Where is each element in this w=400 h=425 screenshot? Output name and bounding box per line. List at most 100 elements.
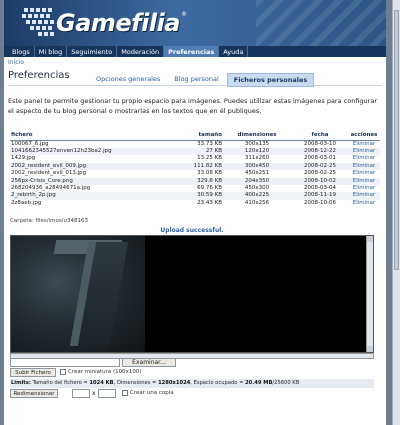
file-name[interactable]: 2002_resident_evil_009.jpg [10, 162, 170, 171]
nav-item-mi-blog[interactable]: Mi blog [35, 46, 68, 57]
preferences-tabs: Opciones generales Blog personal Fichero… [90, 73, 315, 87]
upload-row: Examinar... [10, 358, 374, 368]
delete-link[interactable]: Eliminar [353, 185, 376, 191]
limits-space-value: 20.49 MB [245, 380, 273, 386]
delete-link[interactable]: Eliminar [353, 200, 376, 206]
file-size: 69.76 KB [197, 184, 222, 191]
tab-opciones-generales[interactable]: Opciones generales [90, 73, 166, 87]
preview-image [11, 236, 145, 352]
browse-button[interactable]: Examinar... [122, 358, 176, 367]
file-name[interactable]: 256px-Crisis_Core.png [10, 177, 170, 185]
file-date: 2008-03-01 [304, 155, 336, 162]
table-row[interactable]: 268204936_a28494671a.jpg 69.76 KB 450x300 2… [10, 185, 380, 192]
delete-link[interactable]: Eliminar [353, 192, 376, 198]
table-row[interactable]: 100067_6.jpg 33.73 KB 300x135 2008-03-10 Eli… [10, 140, 380, 148]
limits-size-value: 1024 KB [89, 380, 114, 386]
col-header-tamano: tamaño [170, 131, 222, 141]
file-name[interactable]: 2z8aeb.jpg [10, 200, 170, 207]
file-dimensions: 450x300 [244, 184, 270, 191]
table-row[interactable]: 2002_resident_evil_013.jpg 33.08 KB 450x25… [10, 170, 380, 177]
table-row[interactable]: 2002_resident_evil_009.jpg 111.82 KB 300x4… [10, 162, 380, 171]
thumbnail-checkbox-label: Crear miniatura (100x100) [68, 369, 142, 375]
nav-item-ayuda[interactable]: Ayuda [219, 46, 249, 57]
resize-height-input[interactable] [98, 389, 116, 398]
file-date: 2008-10-02 [292, 177, 348, 185]
site-logo[interactable]: Gamefilia [56, 9, 181, 37]
breadcrumb[interactable]: Inicio [4, 57, 386, 68]
preview-scrollbar[interactable] [366, 236, 373, 352]
file-name[interactable]: 2002_resident_evil_013.jpg [10, 170, 170, 177]
delete-link[interactable]: Eliminar [353, 163, 376, 169]
file-path-input[interactable] [10, 358, 120, 367]
nav-item-blogs[interactable]: Blogs [8, 46, 35, 57]
image-preview [10, 235, 374, 353]
window-scrollbar[interactable] [392, 0, 400, 425]
file-name[interactable]: 1429.jpg [10, 155, 170, 162]
upload-limits: Limits: Tamaño del fichero = 1024 KB, Di… [10, 379, 374, 388]
nav-item-preferencias[interactable]: Preferencias [164, 46, 220, 57]
col-header-acciones: acciones [348, 131, 380, 141]
scroll-up-icon[interactable] [367, 236, 373, 242]
resize-row: Redimensionar x Crear una copia [10, 389, 374, 399]
table-row[interactable]: 2z8aeb.jpg 23.43 KB 410x256 2008-10-06 Elimi… [10, 200, 380, 207]
delete-link[interactable]: Eliminar [353, 148, 376, 154]
table-row[interactable]: 1041662345527enven12h23ba2.jpg 27 KB 120x1… [10, 147, 380, 156]
submit-row: Subir Fichero Crear miniatura (100x100) [10, 368, 374, 378]
table-row[interactable]: 256px-Crisis_Core.png 329.6 KB 204x350 2008… [10, 177, 380, 185]
nav-item-seguimiento[interactable]: Seguimiento [67, 46, 118, 57]
resize-button[interactable]: Redimensionar [10, 389, 58, 398]
main-nav: Blogs Mi blog Seguimiento Moderación Pre… [4, 46, 386, 57]
file-dimensions: 410x256 [244, 199, 270, 206]
limits-dims-text: , Dimensiones = [113, 380, 159, 386]
file-dimensions: 450x251 [244, 170, 270, 177]
file-size: 111.82 KB [170, 162, 222, 171]
col-header-dimensiones: dimensiones [222, 131, 292, 141]
window-scrollbar-thumb[interactable] [394, 10, 399, 270]
file-date: 2008-11-19 [292, 192, 348, 200]
logo-pixel-icon [22, 8, 56, 38]
logo-registered-mark: ® [181, 11, 187, 18]
header-decoration [256, 0, 386, 46]
delete-link[interactable]: Eliminar [353, 155, 376, 161]
file-date: 2008-02-25 [304, 170, 336, 177]
file-dimensions: 300x450 [222, 162, 292, 171]
file-dimensions: 204x350 [222, 177, 292, 185]
delete-link[interactable]: Eliminar [353, 170, 376, 176]
col-header-fichero: fichero [10, 131, 170, 141]
file-dimensions: 400x225 [222, 192, 292, 200]
tab-ficheros-personales[interactable]: Ficheros personales [226, 73, 315, 87]
file-name[interactable]: 2_rebirth_2p.jpg [10, 192, 170, 200]
file-dimensions: 311x260 [244, 155, 270, 162]
limits-size-text: Tamaño del fichero = [32, 380, 90, 386]
limits-label: Limits: [11, 380, 31, 386]
limits-space-total: /25600 KB [272, 380, 300, 386]
folder-path: Carpeta: files/imos/u348163 [10, 218, 89, 224]
delete-link[interactable]: Eliminar [353, 141, 376, 147]
site-header: Gamefilia ® [4, 0, 386, 46]
delete-link[interactable]: Eliminar [353, 178, 376, 184]
tab-blog-personal[interactable]: Blog personal [168, 73, 225, 87]
intro-text: Este panel te permite gestionar tu propi… [8, 97, 377, 115]
copy-checkbox-label: Crear una copia [130, 390, 174, 396]
table-header-row: fichero tamaño dimensiones fecha accione… [10, 131, 380, 141]
table-row[interactable]: 1429.jpg 13.25 KB 311x260 2008-03-01 Elimina… [10, 155, 380, 162]
scroll-down-icon[interactable] [367, 346, 373, 352]
nav-item-moderacion[interactable]: Moderación [117, 46, 165, 57]
resize-x-separator: x [92, 390, 96, 397]
file-name[interactable]: 100067_6.jpg [10, 140, 170, 148]
thumbnail-checkbox[interactable] [60, 369, 66, 375]
file-size: 33.08 KB [197, 170, 222, 177]
limits-dims-value: 1280x1024 [158, 380, 191, 386]
file-date: 2008-12-22 [292, 147, 348, 156]
file-size: 23.43 KB [197, 199, 222, 206]
file-size: 30.59 KB [170, 192, 222, 200]
table-row[interactable]: 2_rebirth_2p.jpg 30.59 KB 400x225 2008-11-1… [10, 192, 380, 200]
file-name[interactable]: 1041662345527enven12h23ba2.jpg [10, 147, 170, 156]
file-date: 2008-03-04 [304, 184, 336, 191]
upload-submit-button[interactable]: Subir Fichero [10, 368, 56, 377]
file-name[interactable]: 268204936_a28494671a.jpg [10, 185, 170, 192]
copy-checkbox[interactable] [122, 390, 128, 396]
resize-width-input[interactable] [72, 389, 90, 398]
file-date: 2008-03-10 [304, 140, 336, 147]
title-row: Preferencias Opciones generales Blog per… [8, 68, 382, 87]
